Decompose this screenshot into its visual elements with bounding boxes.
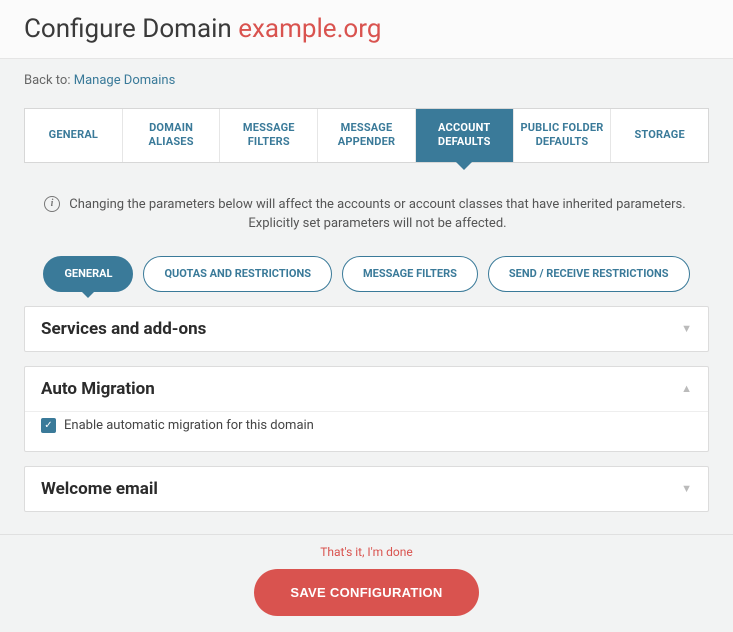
- panel-welcome-email: Welcome email ▼: [24, 466, 709, 512]
- tab-general[interactable]: GENERAL: [25, 109, 123, 162]
- info-text: Changing the parameters below will affec…: [66, 195, 689, 234]
- subtab-message-filters[interactable]: MESSAGE FILTERS: [342, 256, 478, 292]
- subtab-send-receive[interactable]: SEND / RECEIVE RESTRICTIONS: [488, 256, 690, 292]
- info-message: i Changing the parameters below will aff…: [24, 195, 709, 234]
- panel-auto-migration-title: Auto Migration: [41, 379, 155, 399]
- tab-message-filters[interactable]: MESSAGE FILTERS: [220, 109, 318, 162]
- panel-welcome-email-title: Welcome email: [41, 479, 158, 499]
- panel-services-title: Services and add-ons: [41, 319, 206, 339]
- title-prefix: Configure Domain: [24, 14, 232, 44]
- auto-migration-checkbox-label: Enable automatic migration for this doma…: [64, 418, 314, 433]
- panel-services: Services and add-ons ▼: [24, 306, 709, 352]
- page-title: Configure Domain example.org: [24, 14, 709, 44]
- panel-services-header[interactable]: Services and add-ons ▼: [25, 307, 708, 351]
- auto-migration-checkbox[interactable]: ✓: [41, 418, 56, 433]
- chevron-up-icon: ▲: [681, 382, 692, 395]
- panel-auto-migration: Auto Migration ▲ ✓ Enable automatic migr…: [24, 366, 709, 452]
- tab-account-defaults[interactable]: ACCOUNT DEFAULTS: [416, 109, 514, 162]
- auto-migration-checkbox-row: ✓ Enable automatic migration for this do…: [41, 418, 692, 433]
- chevron-down-icon: ▼: [681, 482, 692, 495]
- subtab-general[interactable]: GENERAL: [43, 256, 133, 292]
- footer: That's it, I'm done SAVE CONFIGURATION: [0, 534, 733, 632]
- panel-welcome-email-header[interactable]: Welcome email ▼: [25, 467, 708, 511]
- main-tabbar: GENERAL DOMAIN ALIASES MESSAGE FILTERS M…: [24, 108, 709, 163]
- breadcrumb: Back to: Manage Domains: [24, 71, 709, 88]
- done-text[interactable]: That's it, I'm done: [0, 545, 733, 559]
- save-configuration-button[interactable]: SAVE CONFIGURATION: [254, 569, 478, 616]
- domain-name: example.org: [238, 14, 381, 44]
- tab-storage[interactable]: STORAGE: [611, 109, 708, 162]
- content-area: Back to: Manage Domains GENERAL DOMAIN A…: [0, 59, 733, 512]
- breadcrumb-back-label: Back to:: [24, 73, 70, 88]
- tab-public-folder-defaults[interactable]: PUBLIC FOLDER DEFAULTS: [514, 109, 612, 162]
- tab-domain-aliases[interactable]: DOMAIN ALIASES: [123, 109, 221, 162]
- chevron-down-icon: ▼: [681, 322, 692, 335]
- tab-message-appender[interactable]: MESSAGE APPENDER: [318, 109, 416, 162]
- info-icon: i: [44, 196, 60, 212]
- subtab-quotas[interactable]: QUOTAS AND RESTRICTIONS: [143, 256, 332, 292]
- panel-auto-migration-header[interactable]: Auto Migration ▲: [25, 367, 708, 411]
- breadcrumb-link[interactable]: Manage Domains: [74, 73, 176, 88]
- page-header: Configure Domain example.org: [0, 0, 733, 59]
- panel-auto-migration-body: ✓ Enable automatic migration for this do…: [25, 411, 708, 451]
- sub-tabbar: GENERAL QUOTAS AND RESTRICTIONS MESSAGE …: [24, 256, 709, 292]
